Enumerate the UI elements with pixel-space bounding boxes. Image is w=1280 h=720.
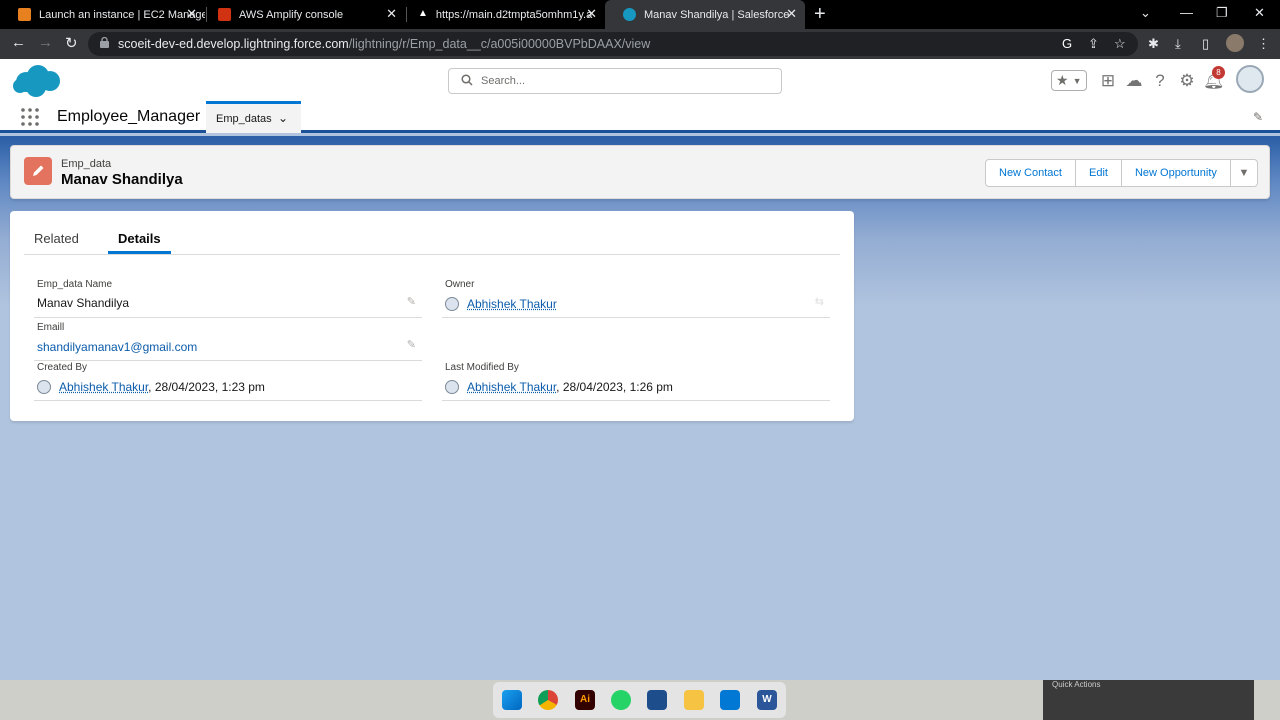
chrome-icon[interactable] [538, 690, 558, 710]
close-tab-icon[interactable]: ✕ [386, 6, 397, 22]
salesforce-icon [623, 8, 636, 21]
user-icon [445, 380, 459, 394]
trailhead-icon[interactable]: ☁ [1124, 71, 1144, 91]
new-tab-icon[interactable]: + [814, 3, 826, 26]
created-by-link[interactable]: Abhishek Thakur [59, 380, 148, 394]
profile-avatar-icon[interactable] [1226, 34, 1244, 52]
owner-link[interactable]: Abhishek Thakur [467, 297, 557, 311]
close-tab-icon[interactable]: ✕ [586, 6, 597, 22]
record-title: Manav Shandilya [61, 171, 183, 188]
field-emp-data-name: Emp_data Name Manav Shandilya ✎ [34, 279, 422, 318]
file-explorer-icon[interactable] [684, 690, 704, 710]
favorites-button[interactable]: ★ ▼ [1051, 70, 1087, 91]
field-owner: Owner Abhishek Thakur ⇆ [442, 279, 830, 318]
nav-tab-emp-datas[interactable]: Emp_datas ⌄ [206, 101, 301, 133]
new-opportunity-button[interactable]: New Opportunity [1120, 159, 1231, 187]
bookmark-star-icon[interactable]: ☆ [1114, 36, 1126, 52]
browser-toolbar: ← → ↻ scoeit-dev-ed.develop.lightning.fo… [0, 29, 1280, 59]
tab-related[interactable]: Related [34, 231, 79, 246]
global-header: Search... ★ ▼ ⊞ ☁ ? ⚙ 🔔︎ [0, 59, 1280, 101]
tab-divider [24, 254, 840, 255]
field-last-modified-by: Last Modified By Abhishek Thakur, 28/04/… [442, 362, 830, 401]
more-actions-dropdown[interactable]: ▼ [1229, 159, 1258, 187]
modified-by-link[interactable]: Abhishek Thakur [467, 380, 556, 394]
new-contact-button[interactable]: New Contact [985, 159, 1076, 187]
download-icon[interactable]: ⤓ [1175, 36, 1181, 52]
quick-actions-panel[interactable]: Quick Actions [1043, 680, 1254, 720]
inline-edit-pencil-icon[interactable]: ✎ [407, 338, 416, 351]
google-icon[interactable]: G [1062, 36, 1072, 51]
setup-gear-icon[interactable]: ⚙ [1177, 71, 1197, 91]
help-icon[interactable]: ? [1150, 71, 1170, 91]
amplify-app-icon: ▲ [418, 8, 428, 19]
close-tab-icon[interactable]: ✕ [186, 6, 197, 22]
chevron-down-icon: ▼ [1072, 75, 1082, 86]
global-actions-icon[interactable]: ⊞ [1098, 71, 1118, 91]
search-icon [461, 74, 473, 86]
browser-tab-salesforce[interactable]: Manav Shandilya | Salesforce ✕ [605, 0, 805, 29]
windows-start-icon[interactable] [502, 690, 522, 710]
back-icon[interactable]: ← [11, 34, 26, 51]
side-panel-icon[interactable]: ▯ [1202, 36, 1209, 52]
app-launcher-icon[interactable] [21, 108, 39, 126]
user-icon [445, 297, 459, 311]
field-email: Emaill shandilyamanav1@gmail.com ✎ [34, 322, 422, 361]
share-icon[interactable]: ⇪ [1088, 36, 1099, 52]
maximize-icon[interactable]: ❐ [1216, 5, 1228, 21]
taskbar-app-group: Ai W [493, 682, 786, 718]
close-window-icon[interactable]: ✕ [1254, 5, 1265, 21]
app-name: Employee_Manager [57, 108, 201, 125]
edit-nav-pencil-icon[interactable]: ✎ [1253, 110, 1263, 124]
app-navigation: Employee_Manager Emp_datas ⌄ ✎ [0, 101, 1280, 133]
chevron-down-icon: ▼ [1238, 167, 1250, 179]
object-label: Emp_data [61, 158, 112, 170]
record-action-buttons: New Contact Edit New Opportunity ▼ [985, 159, 1258, 187]
reload-icon[interactable]: ↻ [65, 34, 78, 52]
user-avatar[interactable] [1236, 65, 1264, 93]
record-type-pencil-icon [24, 157, 52, 185]
tab-search-icon[interactable]: ⌄ [1140, 5, 1151, 21]
browser-tab-amplify-app[interactable]: ▲ https://main.d2tmpta5omhm1y.a ✕ [400, 0, 605, 29]
inline-edit-pencil-icon[interactable]: ✎ [407, 295, 416, 308]
vscode-icon[interactable] [720, 690, 740, 710]
virtualbox-icon[interactable] [647, 690, 667, 710]
edit-button[interactable]: Edit [1074, 159, 1122, 187]
chevron-down-icon[interactable]: ⌄ [278, 111, 288, 125]
user-icon [37, 380, 51, 394]
whatsapp-icon[interactable] [611, 690, 631, 710]
illustrator-icon[interactable]: Ai [575, 690, 595, 710]
forward-icon[interactable]: → [38, 34, 53, 51]
lock-icon [100, 37, 109, 48]
tab-details[interactable]: Details [118, 231, 161, 246]
change-owner-icon[interactable]: ⇆ [815, 295, 824, 308]
extensions-icon[interactable]: ✱ [1148, 36, 1159, 52]
salesforce-logo[interactable] [12, 64, 62, 98]
browser-tab-strip: Launch an instance | EC2 Manage ✕ AWS Am… [0, 0, 1280, 29]
global-search-input[interactable]: Search... [448, 68, 782, 94]
chrome-menu-icon[interactable]: ⋮ [1257, 36, 1270, 52]
close-tab-icon[interactable]: ✕ [786, 6, 797, 22]
browser-tab-ec2[interactable]: Launch an instance | EC2 Manage ✕ [0, 0, 205, 29]
browser-tab-amplify[interactable]: AWS Amplify console ✕ [200, 0, 405, 29]
record-detail-card: Related Details Emp_data Name Manav Shan… [10, 211, 854, 421]
minimize-icon[interactable]: — [1180, 5, 1193, 20]
word-icon[interactable]: W [757, 690, 777, 710]
email-link[interactable]: shandilyamanav1@gmail.com [37, 340, 197, 354]
aws-amplify-icon [218, 8, 231, 21]
aws-ec2-icon [18, 8, 31, 21]
notification-badge: 8 [1212, 66, 1225, 79]
record-header: Emp_data Manav Shandilya New Contact Edi… [10, 145, 1270, 199]
url-text: scoeit-dev-ed.develop.lightning.force.co… [118, 37, 651, 51]
address-bar[interactable]: scoeit-dev-ed.develop.lightning.force.co… [88, 32, 1138, 56]
field-created-by: Created By Abhishek Thakur, 28/04/2023, … [34, 362, 422, 401]
star-icon: ★ [1056, 72, 1069, 88]
